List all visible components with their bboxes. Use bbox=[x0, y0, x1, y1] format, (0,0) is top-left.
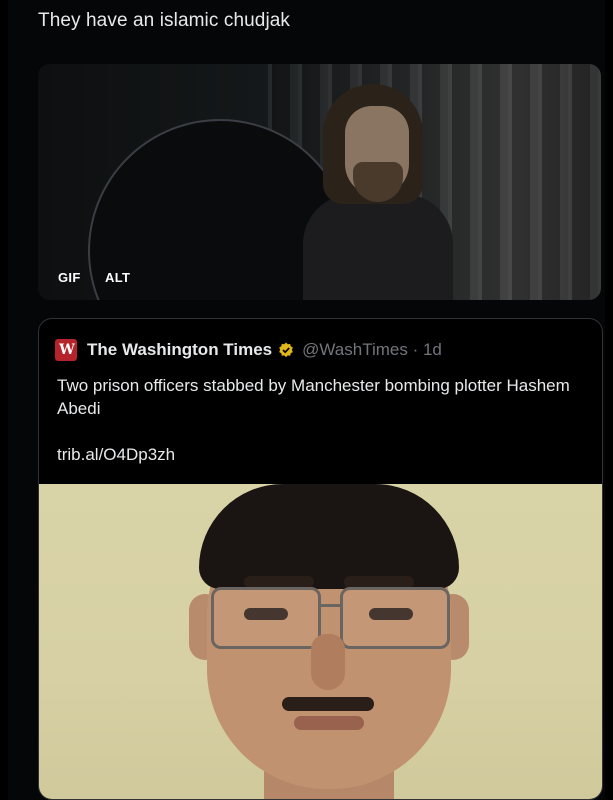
quoted-tweet-card[interactable]: W The Washington Times @WashTimes · 1d T… bbox=[38, 318, 603, 800]
bearded-man-figure bbox=[303, 84, 453, 300]
glasses-right-lens bbox=[340, 587, 450, 649]
quote-body: Two prison officers stabbed by Mancheste… bbox=[57, 376, 570, 418]
photo-lips bbox=[294, 716, 364, 730]
washington-times-logo-icon: W bbox=[55, 339, 77, 361]
quote-header: W The Washington Times @WashTimes · 1d bbox=[55, 337, 442, 363]
photo-moustache bbox=[282, 697, 374, 711]
glasses-left-lens bbox=[211, 587, 321, 649]
article-photo[interactable] bbox=[39, 484, 602, 799]
screenshot-frame: They have an islamic chudjak GIF ALT W T… bbox=[8, 0, 605, 800]
photo-nose bbox=[311, 634, 345, 690]
tweet-text: They have an islamic chudjak bbox=[38, 10, 291, 31]
quote-handle-time[interactable]: @WashTimes · 1d bbox=[302, 340, 442, 360]
glasses-bridge bbox=[319, 604, 341, 607]
logo-glyph: W bbox=[59, 342, 75, 358]
article-link[interactable]: trib.al/O4Dp3zh bbox=[57, 445, 175, 465]
alt-badge[interactable]: ALT bbox=[105, 270, 130, 285]
figure-body bbox=[303, 194, 453, 300]
verified-badge-icon bbox=[278, 342, 294, 358]
gif-media[interactable] bbox=[38, 64, 601, 300]
quote-author[interactable]: The Washington Times bbox=[87, 340, 272, 360]
gif-badge[interactable]: GIF bbox=[58, 270, 81, 285]
photo-hair bbox=[199, 484, 459, 589]
